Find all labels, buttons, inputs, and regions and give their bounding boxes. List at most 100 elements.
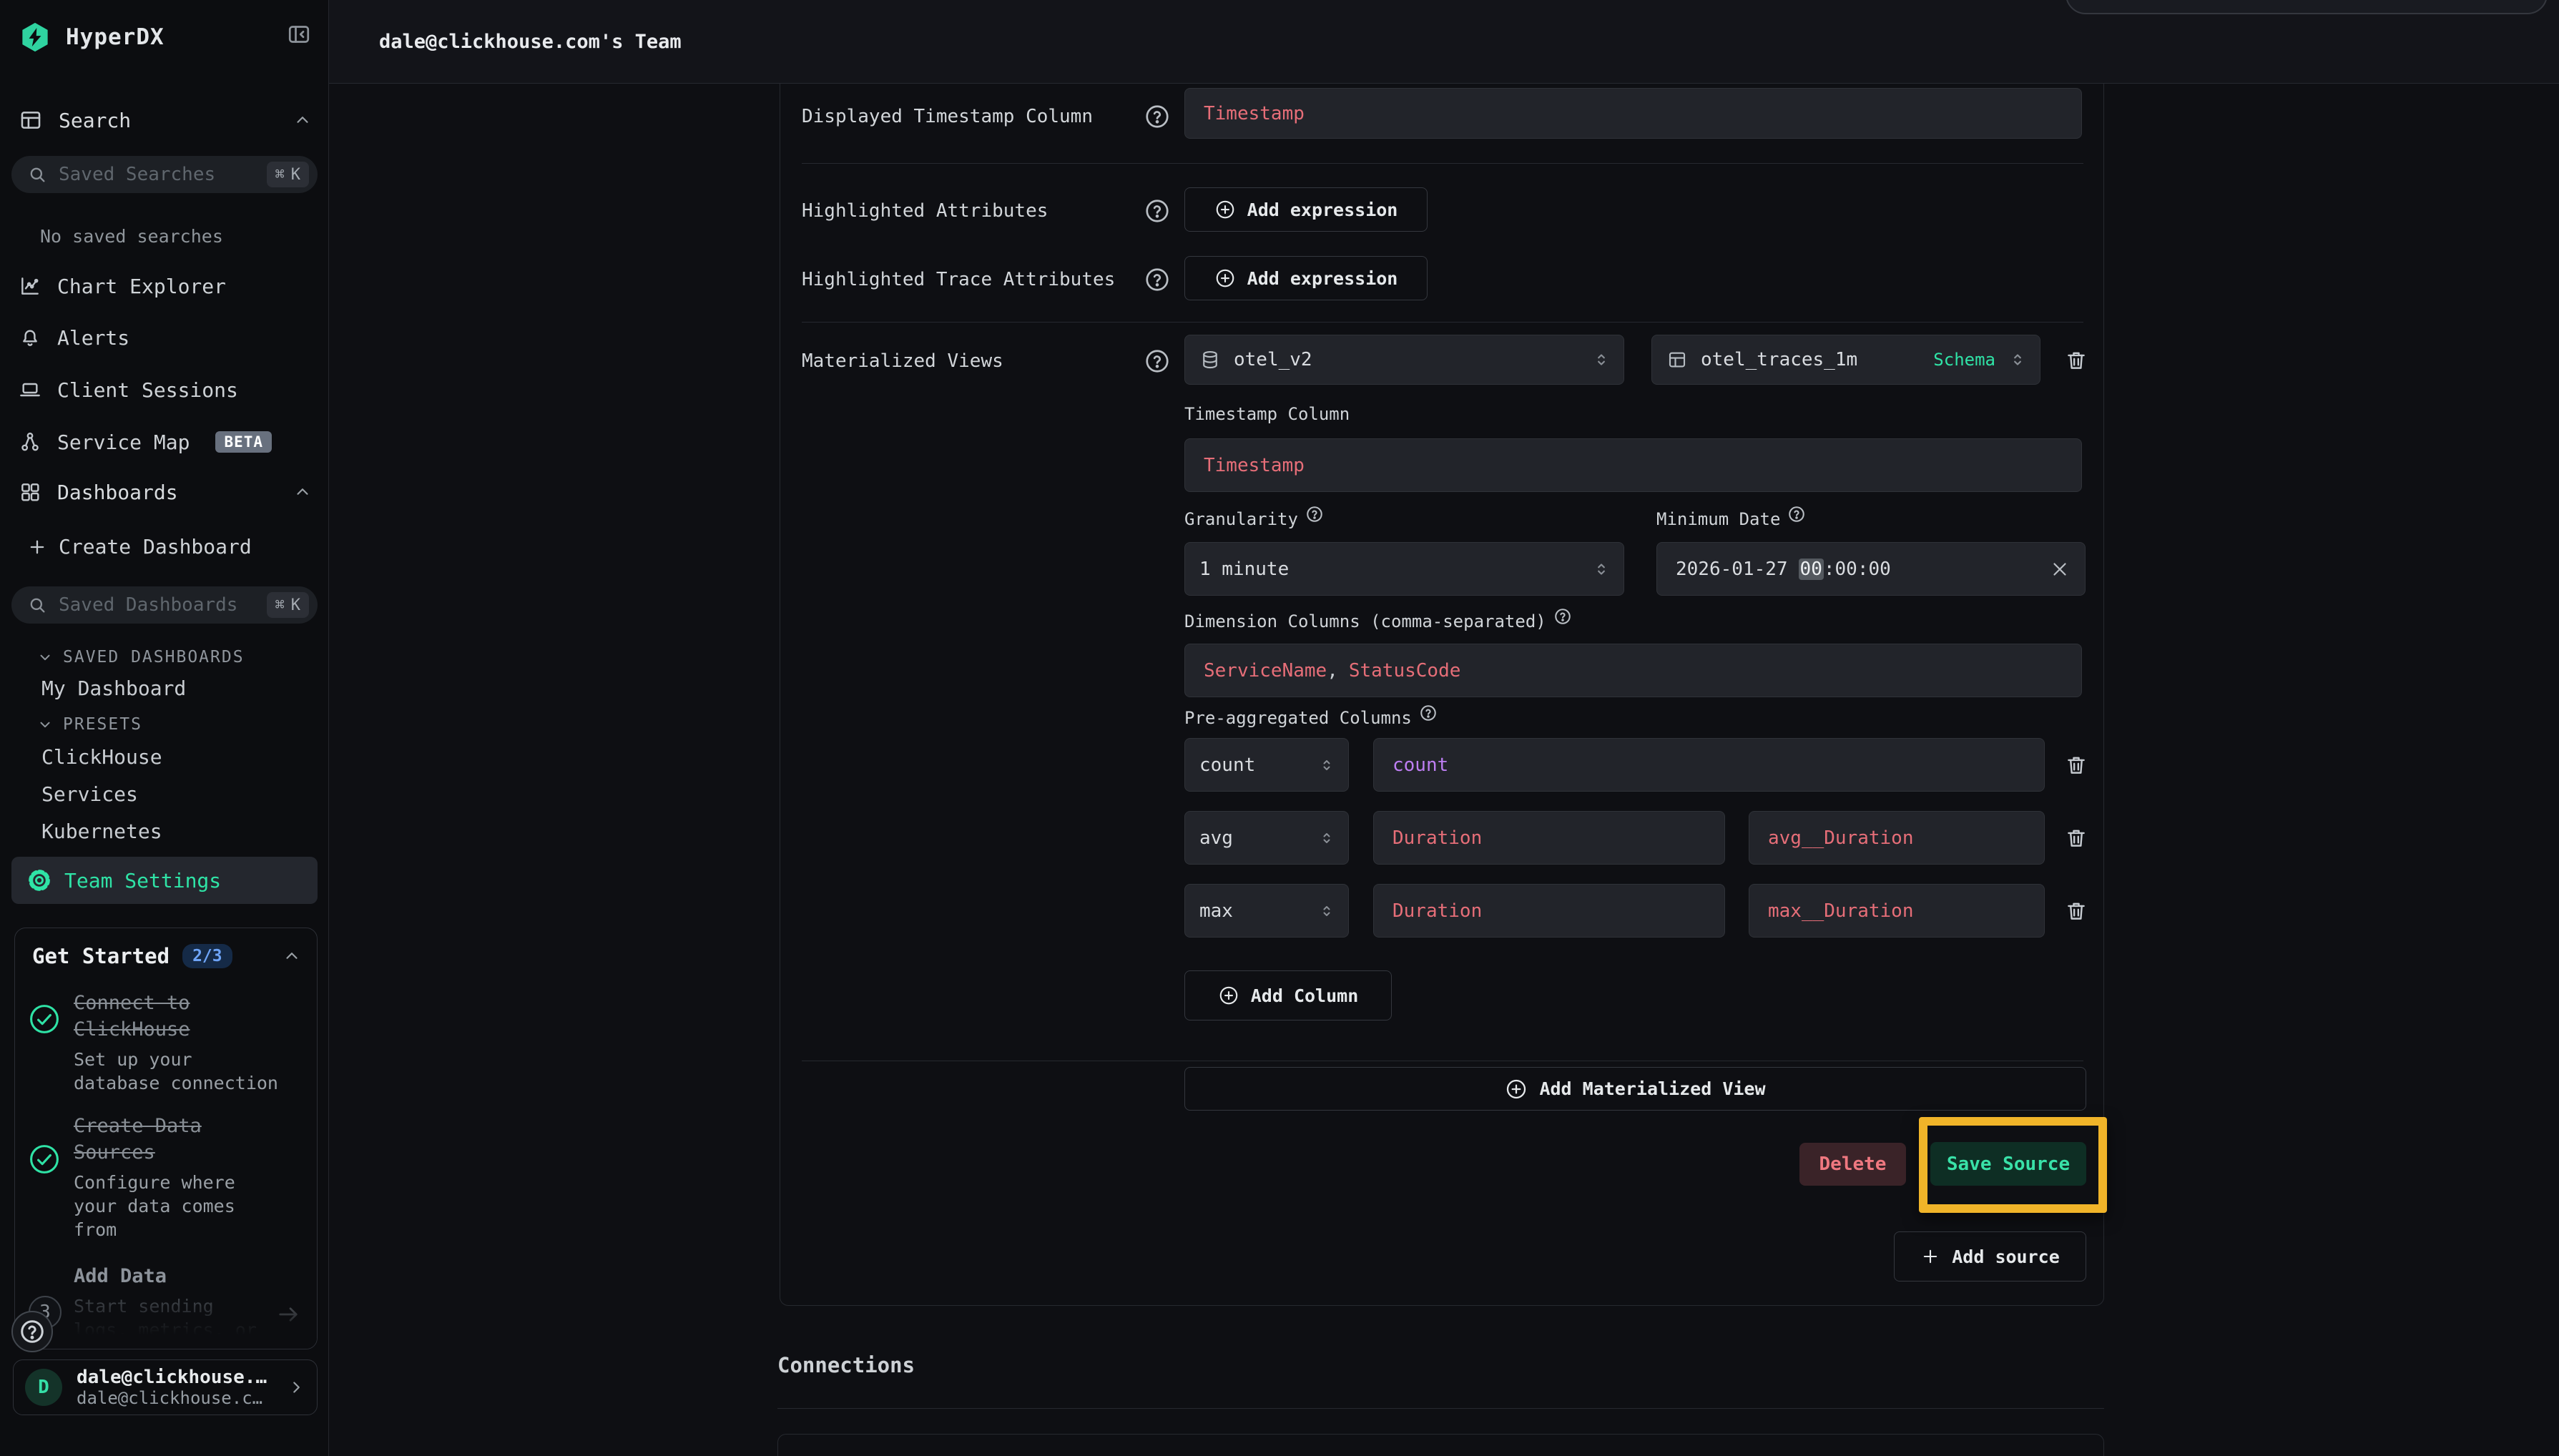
delete-source-button[interactable]: Delete: [1799, 1143, 1906, 1186]
highlighted-trace-attributes-label: Highlighted Trace Attributes: [802, 265, 1181, 294]
shortcut-badge: ⌘ K: [267, 162, 310, 187]
mv-timestamp-input[interactable]: Timestamp: [1184, 438, 2082, 492]
delete-view-icon[interactable]: [2062, 333, 2091, 387]
step-title: Connect to ClickHouse: [74, 990, 290, 1043]
expression-input[interactable]: Duration: [1373, 811, 1725, 865]
search-icon: [27, 595, 47, 615]
delete-column-icon[interactable]: [2062, 811, 2091, 865]
sidebar-item-clickhouse[interactable]: ClickHouse: [41, 745, 162, 769]
alias-input[interactable]: avg__Duration: [1749, 811, 2045, 865]
chevron-down-icon: [37, 717, 53, 732]
add-column-button[interactable]: Add Column: [1184, 970, 1392, 1020]
aggregation-fn-select[interactable]: max: [1184, 884, 1349, 938]
circle-plus-icon: [1214, 267, 1236, 289]
group-presets[interactable]: PRESETS: [37, 715, 142, 734]
search-section-label: Search: [59, 109, 131, 132]
delete-column-icon[interactable]: [2062, 738, 2091, 792]
step-connect-clickhouse[interactable]: Connect to ClickHouse Set up your databa…: [74, 990, 290, 1095]
connections-panel: [777, 1434, 2104, 1456]
brand-row: HyperDX: [19, 17, 164, 57]
question-circle-icon[interactable]: [1144, 266, 1171, 293]
add-source-button[interactable]: Add source: [1894, 1231, 2086, 1282]
sidebar-item-kubernetes[interactable]: Kubernetes: [41, 820, 162, 843]
database-value: otel_v2: [1234, 349, 1312, 370]
circle-plus-icon: [1214, 199, 1236, 220]
clear-date-icon[interactable]: [2049, 559, 2071, 580]
question-circle-icon[interactable]: [1305, 505, 1324, 525]
help-button[interactable]: [11, 1311, 53, 1352]
divider: [777, 1408, 2104, 1409]
add-materialized-view-button[interactable]: Add Materialized View: [1184, 1067, 2086, 1111]
user-name: dale@clickhouse.…: [77, 1367, 272, 1388]
create-dashboard-button[interactable]: Create Dashboard: [27, 535, 252, 559]
gear-icon: [27, 868, 51, 892]
question-circle-icon[interactable]: [1144, 103, 1171, 130]
sidebar-item-search[interactable]: Search: [19, 106, 312, 134]
collapse-sidebar-icon[interactable]: [286, 21, 312, 47]
laptop-icon: [19, 378, 41, 401]
chevron-up-icon[interactable]: [283, 947, 301, 965]
team-settings-label: Team Settings: [64, 869, 221, 892]
granularity-select[interactable]: 1 minute: [1184, 542, 1624, 596]
chevron-up-icon[interactable]: [293, 483, 312, 501]
search-icon: [27, 164, 47, 185]
sidebar: HyperDX Search Saved Searches ⌘ K No sav…: [0, 0, 329, 1456]
bell-icon: [19, 326, 41, 349]
delete-column-icon[interactable]: [2062, 884, 2091, 938]
database-select[interactable]: otel_v2: [1184, 335, 1624, 385]
select-chevrons-icon: [1318, 757, 1335, 774]
selected-time-segment[interactable]: 00: [1799, 559, 1824, 580]
no-saved-searches-text: No saved searches: [40, 226, 223, 247]
displayed-timestamp-label: Displayed Timestamp Column: [802, 102, 1181, 131]
sidebar-item-team-settings[interactable]: Team Settings: [11, 857, 318, 904]
source-settings-panel: Displayed Timestamp Column Timestamp Hig…: [780, 84, 2104, 1306]
granularity-label: Granularity: [1184, 509, 1324, 529]
save-source-button[interactable]: Save Source: [1930, 1142, 2086, 1186]
add-expression-button[interactable]: Add expression: [1184, 256, 1428, 300]
step-title: Create Data Sources: [74, 1113, 290, 1166]
question-circle-icon[interactable]: [1553, 607, 1572, 627]
chevron-up-icon[interactable]: [293, 111, 312, 129]
aggregation-fn-select[interactable]: count: [1184, 738, 1349, 792]
hyperdx-logo-icon: [19, 21, 51, 54]
search-section-icon: [19, 108, 43, 132]
question-circle-icon[interactable]: [1787, 505, 1806, 525]
expression-input[interactable]: Duration: [1373, 884, 1725, 938]
schema-link[interactable]: Schema: [1933, 350, 1995, 370]
saved-searches-input[interactable]: Saved Searches ⌘ K: [11, 156, 318, 193]
sidebar-item-chart-explorer[interactable]: Chart Explorer: [19, 270, 312, 302]
hyperdx-app: { "colors": { "accent_green": "#2fe3a6",…: [0, 0, 2559, 1456]
database-icon: [1199, 349, 1221, 370]
table-select[interactable]: otel_traces_1m Schema: [1651, 335, 2040, 385]
sidebar-item-services[interactable]: Services: [41, 782, 138, 806]
service-map-icon: [19, 431, 41, 453]
cmd-key-icon: ⌘: [275, 166, 285, 184]
page-title: dale@clickhouse.com's Team: [379, 0, 682, 84]
beta-badge: BETA: [215, 431, 272, 453]
sidebar-item-my-dashboard[interactable]: My Dashboard: [41, 677, 186, 700]
brand-name: HyperDX: [66, 24, 164, 50]
pre-aggregated-label: Pre-aggregated Columns: [1184, 708, 1438, 728]
step-create-data-sources[interactable]: Create Data Sources Configure where your…: [74, 1113, 290, 1241]
saved-dashboards-input[interactable]: Saved Dashboards ⌘ K: [11, 586, 318, 624]
expression-input[interactable]: count: [1373, 738, 2045, 792]
user-menu[interactable]: D dale@clickhouse.… dale@clickhouse.c…: [13, 1359, 318, 1415]
question-circle-icon[interactable]: [1144, 197, 1171, 225]
sidebar-item-service-map[interactable]: Service Map BETA: [19, 426, 312, 458]
sidebar-item-client-sessions[interactable]: Client Sessions: [19, 374, 312, 405]
dimension-columns-input[interactable]: ServiceName , StatusCode: [1184, 644, 2082, 697]
alias-input[interactable]: max__Duration: [1749, 884, 2045, 938]
sidebar-item-alerts[interactable]: Alerts: [19, 322, 312, 353]
question-circle-icon[interactable]: [1144, 348, 1171, 375]
add-expression-button[interactable]: Add expression: [1184, 187, 1428, 232]
minimum-date-input[interactable]: 2026-01-27 00 :00:00: [1656, 542, 2086, 596]
displayed-timestamp-input[interactable]: Timestamp: [1184, 88, 2082, 139]
aggregation-fn-select[interactable]: avg: [1184, 811, 1349, 865]
step-desc: Configure where your data comes from: [74, 1171, 290, 1241]
select-chevrons-icon: [1592, 350, 1611, 369]
sidebar-item-dashboards[interactable]: Dashboards: [19, 478, 312, 506]
question-circle-icon[interactable]: [1419, 704, 1438, 724]
check-circle-icon: [28, 1003, 61, 1036]
avatar: D: [25, 1369, 62, 1406]
group-saved-dashboards[interactable]: SAVED DASHBOARDS: [37, 648, 245, 666]
